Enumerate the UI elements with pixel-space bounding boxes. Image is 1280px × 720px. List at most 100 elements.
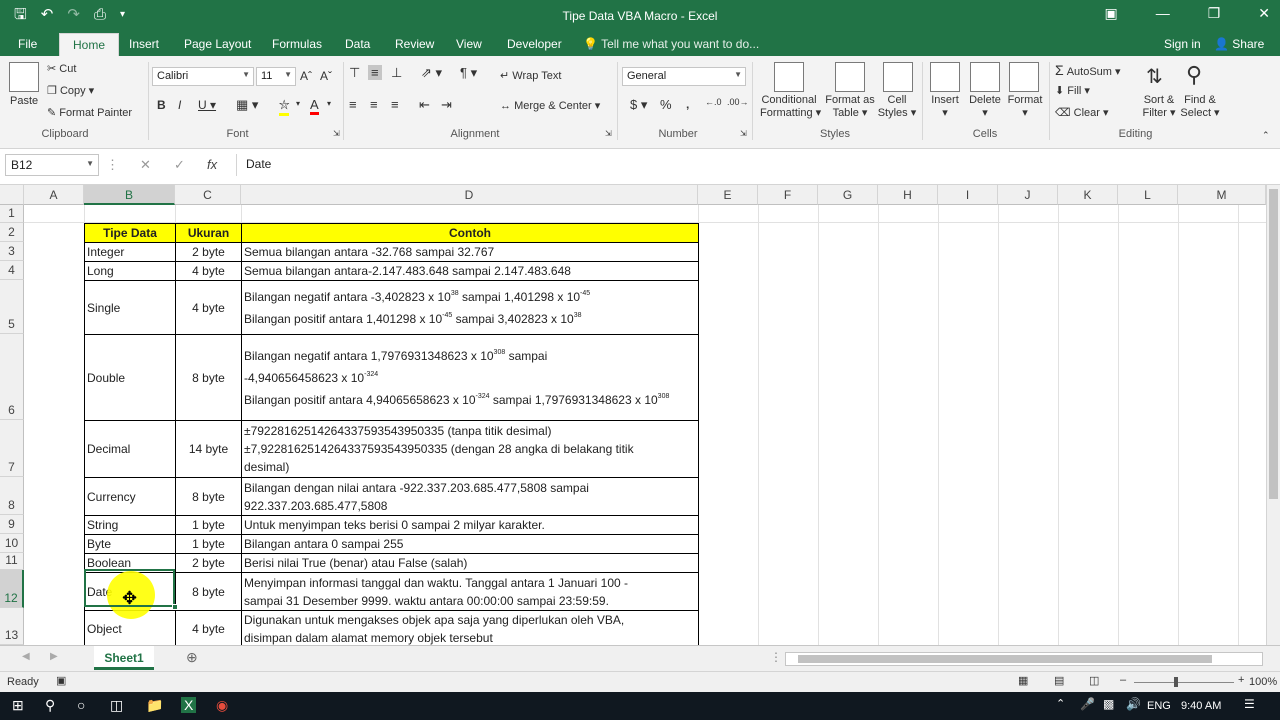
alignment-dialog-icon[interactable]: ⇲ <box>605 129 612 138</box>
zoom-in-icon[interactable]: + <box>1238 674 1244 686</box>
font-color-dropdown[interactable]: ▾ <box>327 99 331 108</box>
tell-me-box[interactable]: 💡 Tell me what you want to do... <box>583 37 759 51</box>
tab-data[interactable]: Data <box>345 37 370 51</box>
column-header[interactable]: C <box>175 185 241 205</box>
insert-cells-button[interactable]: Insert ▾ <box>930 94 960 119</box>
row-header[interactable]: 11 <box>0 553 24 570</box>
align-bottom-icon[interactable]: ⊥ <box>391 65 402 81</box>
normal-view-icon[interactable]: ▦ <box>1018 674 1028 687</box>
row-header[interactable]: 1 <box>0 205 24 223</box>
excel-icon[interactable]: X <box>181 697 197 713</box>
row-header[interactable]: 6 <box>0 334 24 420</box>
size-cell[interactable]: 1 byte <box>175 534 242 554</box>
row-header[interactable]: 4 <box>0 261 24 280</box>
example-cell[interactable]: Menyimpan informasi tanggal dan waktu. T… <box>241 572 699 611</box>
type-cell[interactable]: Currency <box>84 477 176 516</box>
bold-icon[interactable]: B <box>157 98 166 112</box>
size-cell[interactable]: 4 byte <box>175 610 242 645</box>
header-cell[interactable]: Tipe Data <box>84 223 176 243</box>
currency-icon[interactable]: $ ▾ <box>630 97 647 113</box>
size-cell[interactable]: 8 byte <box>175 334 242 421</box>
zoom-slider[interactable] <box>1134 682 1234 683</box>
autosum-button[interactable]: Σ AutoSum ▾ <box>1055 62 1121 78</box>
example-cell[interactable]: Bilangan antara 0 sampai 255 <box>241 534 699 554</box>
align-left-icon[interactable]: ≡ <box>349 97 357 112</box>
cancel-icon[interactable]: ✕ <box>140 157 151 173</box>
shrink-font-icon[interactable]: Aˇ <box>320 69 332 83</box>
size-cell[interactable]: 2 byte <box>175 553 242 573</box>
example-cell[interactable]: Bilangan negatif antara 1,7976931348623 … <box>241 334 699 421</box>
align-right-icon[interactable]: ≡ <box>391 97 399 112</box>
scrollbar-thumb[interactable] <box>798 655 1212 663</box>
tab-developer[interactable]: Developer <box>507 37 562 51</box>
row-header[interactable]: 7 <box>0 420 24 477</box>
format-cells-icon[interactable] <box>1009 62 1039 92</box>
share-button[interactable]: 👤 Share <box>1214 37 1264 51</box>
column-header[interactable]: G <box>818 185 878 205</box>
zoom-level[interactable]: 100% <box>1249 676 1277 688</box>
underline-icon[interactable]: U ▾ <box>198 98 216 112</box>
column-header[interactable]: J <box>998 185 1058 205</box>
notifications-icon[interactable]: ☰ <box>1244 697 1255 711</box>
find-select-button[interactable]: Find & Select ▾ <box>1180 94 1220 119</box>
clear-button[interactable]: ⌫ Clear ▾ <box>1055 106 1109 119</box>
copy-button[interactable]: ❐ Copy ▾ <box>47 84 94 97</box>
example-cell[interactable]: Bilangan negatif antara -3,402823 x 1038… <box>241 280 699 335</box>
task-view-icon[interactable]: ◫ <box>110 697 123 714</box>
row-header[interactable]: 12 <box>0 570 24 608</box>
row-header[interactable]: 8 <box>0 477 24 515</box>
merge-center-button[interactable]: ↔ Merge & Center ▾ <box>500 99 600 112</box>
tab-page-layout[interactable]: Page Layout <box>184 37 251 51</box>
header-cell[interactable]: Contoh <box>241 223 699 243</box>
orientation-icon[interactable]: ⇗ ▾ <box>421 65 442 81</box>
more-icon[interactable]: ⋮ <box>106 157 119 173</box>
column-header[interactable]: D <box>241 185 698 205</box>
borders-icon[interactable]: ▦ ▾ <box>236 97 258 113</box>
italic-icon[interactable]: I <box>178 98 181 112</box>
type-cell[interactable]: String <box>84 515 176 535</box>
example-cell[interactable]: Semua bilangan antara-2.147.483.648 samp… <box>241 261 699 281</box>
format-as-table-icon[interactable] <box>835 62 865 92</box>
macro-record-icon[interactable]: ▣ <box>56 674 66 687</box>
example-cell[interactable]: Untuk menyimpan teks berisi 0 sampai 2 m… <box>241 515 699 535</box>
next-sheet-icon[interactable]: ▶ <box>50 651 58 662</box>
tray-chevron-icon[interactable]: ⌃ <box>1056 697 1065 710</box>
type-cell[interactable]: Byte <box>84 534 176 554</box>
minimize-icon[interactable]: — <box>1156 5 1170 22</box>
column-header[interactable]: L <box>1118 185 1178 205</box>
tab-home[interactable]: Home <box>59 33 120 56</box>
grow-font-icon[interactable]: Aˆ <box>300 69 312 83</box>
type-cell[interactable]: Long <box>84 261 176 281</box>
font-color-icon[interactable]: A <box>310 97 319 115</box>
collapse-ribbon-icon[interactable]: ⌃ <box>1262 130 1270 141</box>
zoom-out-icon[interactable]: – <box>1120 674 1126 686</box>
delete-cells-button[interactable]: Delete ▾ <box>967 94 1003 119</box>
tab-review[interactable]: Review <box>395 37 434 51</box>
tab-formulas[interactable]: Formulas <box>272 37 322 51</box>
paste-icon[interactable] <box>9 62 39 92</box>
page-break-view-icon[interactable]: ◫ <box>1089 674 1099 687</box>
add-sheet-icon[interactable]: ⊕ <box>186 649 198 666</box>
conditional-formatting-icon[interactable] <box>774 62 804 92</box>
row-header[interactable]: 10 <box>0 534 24 553</box>
align-center-icon[interactable]: ≡ <box>370 97 378 112</box>
scrollbar-thumb[interactable] <box>1269 189 1278 499</box>
chrome-icon[interactable]: ◉ <box>216 697 228 714</box>
number-format-combo[interactable]: General ▼ <box>622 67 746 86</box>
split-handle-icon[interactable]: ⋮ <box>770 650 782 664</box>
column-header[interactable]: B <box>84 185 175 205</box>
clock[interactable]: 9:40 AM <box>1181 700 1221 712</box>
size-cell[interactable]: 2 byte <box>175 242 242 262</box>
percent-icon[interactable]: % <box>660 97 672 112</box>
fill-color-icon[interactable]: ⛦ <box>279 97 290 116</box>
file-explorer-icon[interactable]: 📁 <box>146 697 163 714</box>
decrease-decimal-icon[interactable]: .00→ <box>727 97 749 107</box>
sheet-tab[interactable]: Sheet1 <box>94 646 154 670</box>
column-header[interactable]: K <box>1058 185 1118 205</box>
sign-in-link[interactable]: Sign in <box>1164 37 1201 51</box>
example-cell[interactable]: Berisi nilai True (benar) atau False (sa… <box>241 553 699 573</box>
row-header[interactable]: 13 <box>0 608 24 645</box>
number-dialog-icon[interactable]: ⇲ <box>740 129 747 138</box>
sort-filter-button[interactable]: Sort & Filter ▾ <box>1140 94 1178 119</box>
align-middle-icon[interactable]: ≡ <box>368 65 382 80</box>
